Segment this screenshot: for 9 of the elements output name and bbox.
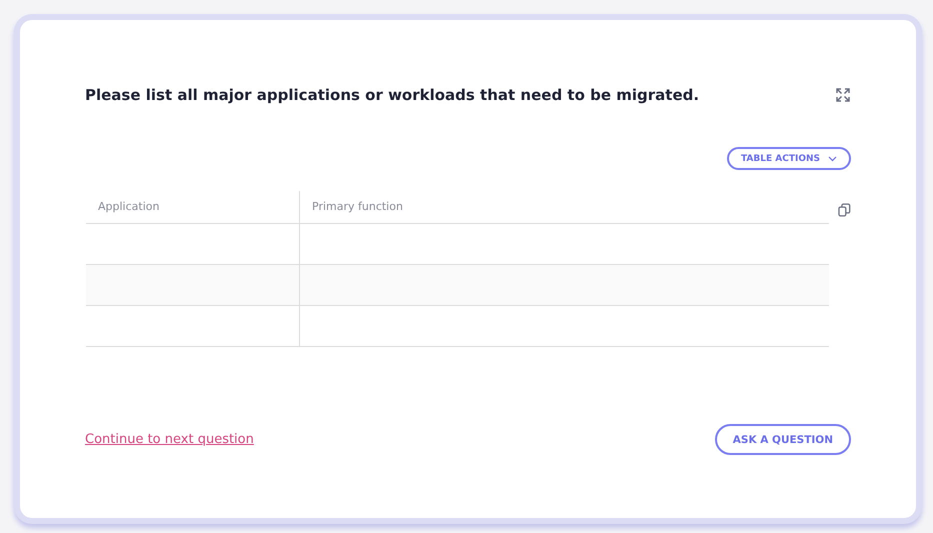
caret-icon <box>828 156 837 162</box>
expand-icon[interactable] <box>836 88 850 102</box>
question-title: Please list all major applications or workloads that need to be migrated. <box>85 86 700 104</box>
table-actions-button[interactable]: TABLE ACTIONS <box>726 147 851 170</box>
ask-question-button[interactable]: ASK A QUESTION <box>714 424 851 455</box>
continue-link[interactable]: Continue to next question <box>85 432 254 447</box>
copy-icon[interactable] <box>838 203 851 217</box>
column-header: Application <box>86 191 300 223</box>
column-header: Primary function <box>311 199 404 215</box>
